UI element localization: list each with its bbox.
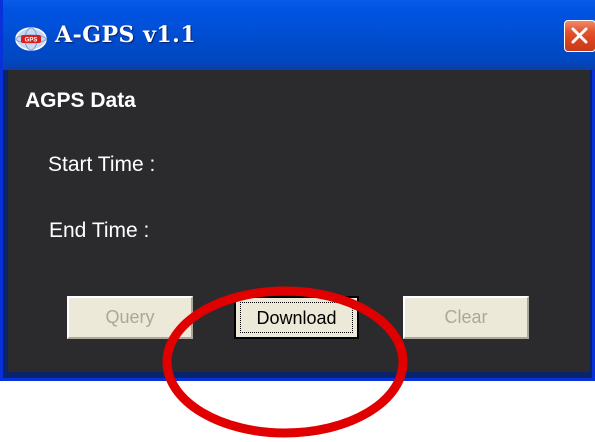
download-button-label: Download	[240, 302, 353, 333]
close-button[interactable]	[564, 20, 595, 52]
dialog-body: AGPS Data Start Time : End Time : Query …	[8, 70, 590, 438]
svg-text:GPS: GPS	[25, 38, 38, 44]
globe-gps-icon: GPS	[15, 27, 47, 51]
start-time-label: Start Time :	[48, 153, 156, 176]
window-title: A-GPS v1.1	[55, 22, 197, 48]
close-icon	[571, 27, 588, 44]
end-time-label: End Time :	[49, 219, 150, 242]
section-heading: AGPS Data	[25, 89, 136, 112]
download-button[interactable]: Download	[234, 296, 359, 339]
query-button[interactable]: Query	[67, 296, 193, 339]
title-bar[interactable]: GPS A-GPS v1.1	[3, 0, 595, 70]
clear-button[interactable]: Clear	[403, 296, 529, 339]
app-window: GPS A-GPS v1.1 AGPS Data Start Time : En…	[0, 0, 595, 438]
